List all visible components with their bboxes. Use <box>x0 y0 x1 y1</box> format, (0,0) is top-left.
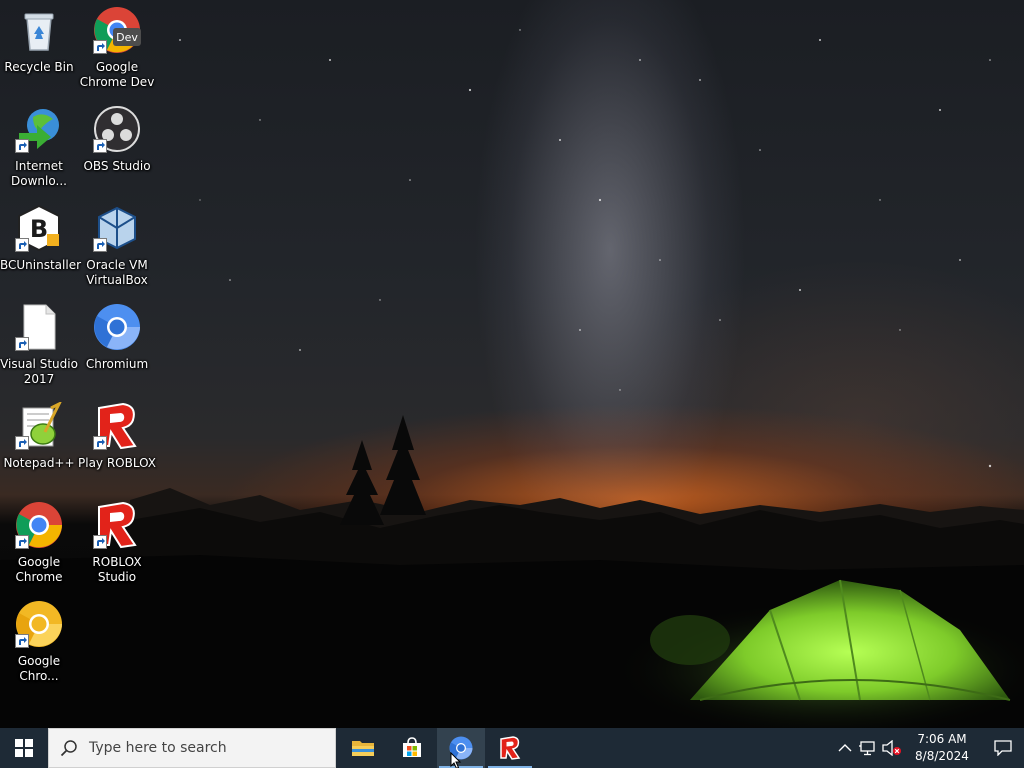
taskbar: Type here to search 7:06 AM 8/8/2024 <box>0 728 1024 768</box>
search-icon <box>60 740 77 757</box>
icon-label: Recycle Bin <box>4 60 74 74</box>
icon-label: Play ROBLOX <box>78 456 157 470</box>
desktop-icon-chrome-dev[interactable]: Dev Google Chrome Dev <box>78 0 156 96</box>
search-placeholder: Type here to search <box>89 740 227 756</box>
icon-label: Chromium <box>85 357 149 371</box>
icon-label: BCUninstaller <box>0 258 82 272</box>
folder-icon <box>352 741 374 756</box>
desktop-icon-chromium[interactable]: Chromium <box>78 297 156 393</box>
desktop-icon-chrome-canary[interactable]: Google Chro... <box>0 594 78 690</box>
roblox-icon <box>500 736 521 760</box>
shortcut-arrow-icon <box>93 139 107 153</box>
chrome-icon <box>15 501 63 549</box>
shortcut-arrow-icon <box>15 238 29 252</box>
desktop-icon-play-roblox[interactable]: Play ROBLOX <box>78 396 156 492</box>
network-ethernet-icon <box>859 741 875 756</box>
desktop-icon-virtualbox[interactable]: Oracle VM VirtualBox <box>78 198 156 294</box>
desktop-icon-google-chrome[interactable]: Google Chrome <box>0 495 78 591</box>
taskbar-roblox[interactable] <box>486 728 534 768</box>
desktop-icon-bcuninstaller[interactable]: B BCUninstaller <box>0 198 82 294</box>
svg-text:B: B <box>30 215 48 243</box>
desktop-icon-internet-download-manager[interactable]: Internet Downlo... <box>0 99 78 195</box>
desktop-icon-recycle-bin[interactable]: Recycle Bin <box>0 0 78 96</box>
clock-date: 8/8/2024 <box>915 749 969 763</box>
show-hidden-icons-button[interactable] <box>834 728 856 768</box>
clock-button[interactable]: 7:06 AM 8/8/2024 <box>906 728 980 768</box>
recycle-bin-icon <box>15 6 63 54</box>
action-center-button[interactable] <box>984 728 1022 768</box>
shortcut-arrow-icon <box>93 535 107 549</box>
shortcut-arrow-icon <box>15 436 29 450</box>
internet-download-manager-icon <box>15 105 63 153</box>
stars <box>179 29 992 468</box>
icon-label: ROBLOX Studio <box>92 555 142 584</box>
icon-label: Google Chrome Dev <box>79 60 155 89</box>
icon-label: OBS Studio <box>83 159 151 173</box>
desktop-icon-visual-studio-2017[interactable]: Visual Studio 2017 <box>0 297 78 393</box>
chrome-canary-icon <box>15 600 63 648</box>
roblox-icon <box>93 402 141 450</box>
blank-file-icon <box>15 303 63 351</box>
icon-label: Google Chrome <box>15 555 63 584</box>
notification-icon <box>994 740 1012 756</box>
taskbar-chromium[interactable] <box>437 728 485 768</box>
chrome-dev-badge: Dev <box>116 31 138 44</box>
desktop-icon-notepad-plus-plus[interactable]: Notepad++ <box>0 396 78 492</box>
store-icon <box>403 737 421 757</box>
chrome-dev-icon: Dev <box>93 6 141 54</box>
start-button[interactable] <box>0 728 48 768</box>
volume-button[interactable] <box>880 728 904 768</box>
icon-label: Notepad++ <box>3 456 75 470</box>
shortcut-arrow-icon <box>15 535 29 549</box>
bcuninstaller-icon: B <box>15 204 63 252</box>
shortcut-arrow-icon <box>15 139 29 153</box>
desktop-icon-roblox-studio[interactable]: ROBLOX Studio <box>78 495 156 591</box>
icon-label: Visual Studio 2017 <box>0 357 78 386</box>
shortcut-arrow-icon <box>15 337 29 351</box>
clock-time: 7:06 AM <box>917 732 967 746</box>
icon-label: Google Chro... <box>17 654 61 683</box>
system-tray: 7:06 AM 8/8/2024 <box>834 728 1024 768</box>
virtualbox-icon <box>93 204 141 252</box>
desktop-icon-obs-studio[interactable]: OBS Studio <box>78 99 156 195</box>
taskbar-microsoft-store[interactable] <box>388 728 436 768</box>
mouse-cursor-icon <box>450 752 462 768</box>
notepad-plus-plus-icon <box>15 400 63 450</box>
icon-label: Internet Downlo... <box>11 159 67 188</box>
chevron-up-icon <box>838 744 852 752</box>
shortcut-arrow-icon <box>15 634 29 648</box>
shortcut-arrow-icon <box>93 238 107 252</box>
chromium-icon <box>93 303 141 351</box>
taskbar-search-box[interactable]: Type here to search <box>48 728 336 768</box>
obs-studio-icon <box>93 105 141 153</box>
taskbar-file-explorer[interactable] <box>339 728 387 768</box>
roblox-studio-icon <box>93 501 141 549</box>
volume-muted-icon <box>882 740 901 756</box>
windows-logo-icon <box>15 739 33 757</box>
icon-label: Oracle VM VirtualBox <box>86 258 148 287</box>
pine-trees <box>340 415 426 525</box>
clock: 7:06 AM 8/8/2024 <box>906 731 978 765</box>
shortcut-arrow-icon <box>93 436 107 450</box>
shortcut-arrow-icon <box>93 40 107 54</box>
network-button[interactable] <box>856 728 880 768</box>
